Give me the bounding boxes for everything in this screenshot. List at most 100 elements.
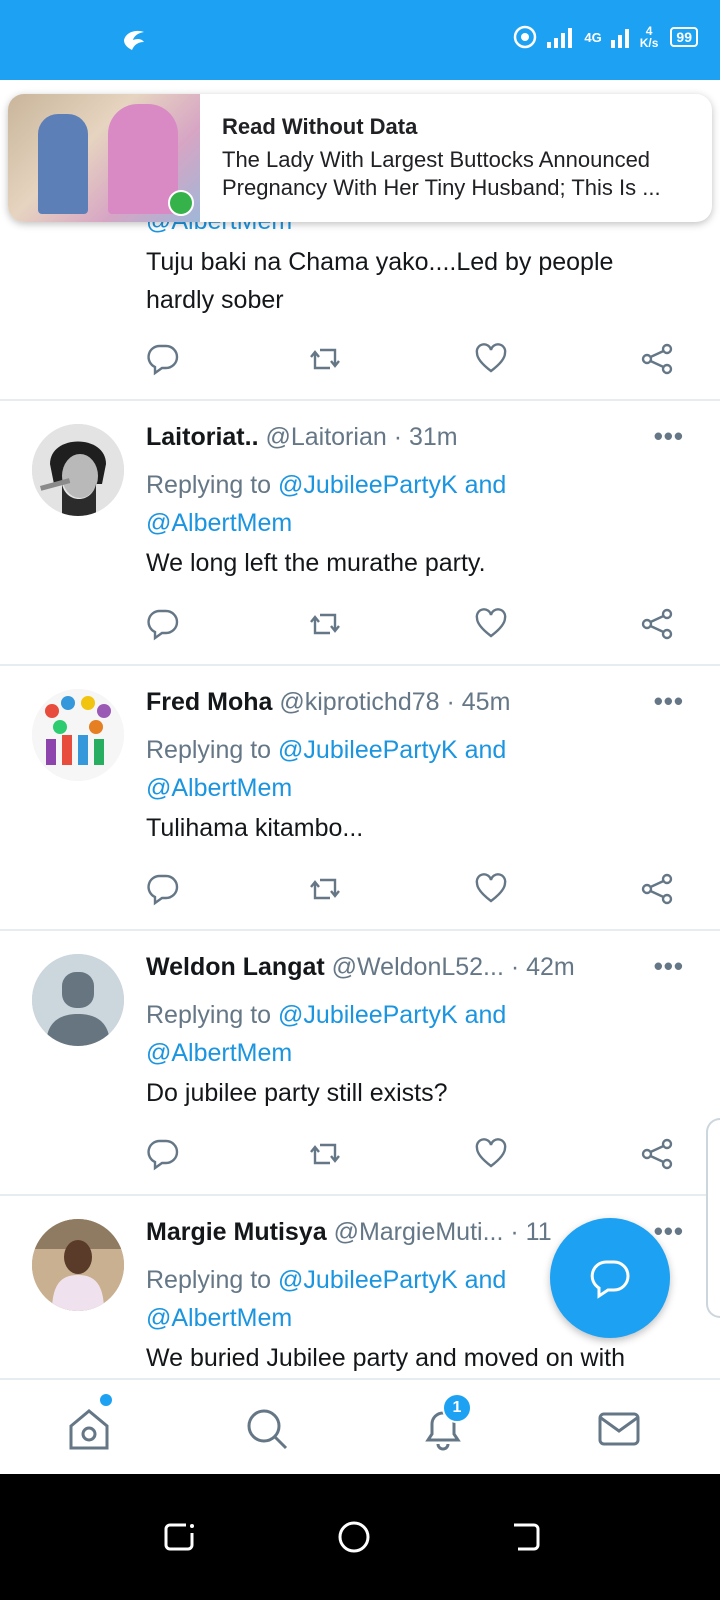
reply-icon[interactable]: [146, 342, 180, 376]
tweet-text: Tuju baki na Chama yako....Led by people…: [146, 248, 614, 314]
like-icon[interactable]: [474, 1137, 508, 1171]
tweet-actions: [146, 872, 686, 912]
battery-indicator: 99: [670, 27, 698, 47]
mention-link[interactable]: @JubileePartyK: [278, 471, 458, 499]
replying-to-label: Replying to: [146, 1266, 279, 1294]
mention-link[interactable]: @JubileePartyK: [278, 1001, 458, 1029]
retweet-icon[interactable]: [308, 872, 342, 906]
tweet-time: · 31m: [386, 423, 458, 451]
user-name[interactable]: Margie Mutisya: [146, 1218, 327, 1246]
home-unread-dot: [100, 1394, 112, 1406]
user-handle: @MargieMuti...: [333, 1218, 504, 1246]
thumbnail-figure-right: [108, 104, 178, 214]
share-icon[interactable]: [640, 607, 674, 641]
avatar-image: [32, 1219, 124, 1311]
tweet-text: We long left the murathe party.: [146, 549, 486, 577]
bottom-navigation: [0, 1378, 720, 1474]
notification-thumbnail: [8, 94, 200, 222]
and-label: and: [457, 1266, 507, 1294]
avatar[interactable]: [32, 424, 124, 516]
push-notification[interactable]: Read Without Data The Lady With Largest …: [8, 94, 712, 222]
avatar-image: [32, 689, 124, 781]
reply-context: Replying to @JubileePartyK and @AlbertMe…: [146, 996, 506, 1072]
more-options-button[interactable]: •••: [654, 951, 684, 982]
share-icon[interactable]: [640, 342, 674, 376]
system-navigation-bar: [0, 1474, 720, 1600]
tweet-item[interactable]: Laitoriat.. @Laitorian · 31m ••• Replyin…: [0, 401, 720, 666]
tweet-actions: [146, 342, 686, 382]
tweet-time: · 42m: [503, 953, 575, 981]
reply-icon[interactable]: [146, 872, 180, 906]
mention-link[interactable]: @AlbertMem: [146, 1304, 292, 1332]
back-icon[interactable]: [508, 1519, 544, 1555]
mention-link[interactable]: @AlbertMem: [146, 774, 292, 802]
like-icon[interactable]: [474, 607, 508, 641]
tweet-header: Margie Mutisya @MargieMuti... · 11: [146, 1218, 552, 1247]
replying-to-label: Replying to: [146, 736, 279, 764]
home-button-icon[interactable]: [336, 1519, 372, 1555]
tweet-actions: [146, 607, 686, 647]
home-icon[interactable]: [66, 1406, 112, 1452]
mention-link[interactable]: @JubileePartyK: [278, 1266, 458, 1294]
app-badge-icon: [168, 190, 194, 216]
tweet-header: Weldon Langat @WeldonL52... · 42m: [146, 953, 575, 982]
reply-context: Replying to @JubileePartyK and @AlbertMe…: [146, 466, 506, 542]
retweet-icon[interactable]: [308, 342, 342, 376]
and-label: and: [457, 736, 507, 764]
messages-icon[interactable]: [596, 1406, 642, 1452]
share-icon[interactable]: [640, 872, 674, 906]
user-handle: @kiprotichd78: [279, 688, 440, 716]
mention-link[interactable]: @JubileePartyK: [278, 736, 458, 764]
user-name[interactable]: Fred Moha: [146, 688, 272, 716]
user-handle: @Laitorian: [265, 423, 387, 451]
retweet-icon[interactable]: [308, 607, 342, 641]
tweet-feed[interactable]: @AlbertMem Tuju baki na Chama yako....Le…: [0, 80, 720, 1405]
more-options-button[interactable]: •••: [654, 421, 684, 452]
status-indicators: 4G 4 K/s 99: [512, 24, 698, 50]
tweet-text: Do jubilee party still exists?: [146, 1079, 448, 1107]
tweet-item[interactable]: Weldon Langat @WeldonL52... · 42m ••• Re…: [0, 931, 720, 1196]
tweet-time: · 45m: [439, 688, 511, 716]
tweet-text: Tulihama kitambo...: [146, 814, 364, 842]
notification-count-badge: 1: [442, 1393, 472, 1423]
tweet-header: Fred Moha @kiprotichd78 · 45m: [146, 688, 510, 717]
avatar[interactable]: [32, 954, 124, 1046]
notification-title: Read Without Data: [222, 114, 418, 139]
reply-context: Replying to @JubileePartyK and @AlbertMe…: [146, 731, 506, 807]
signal-icon-2: [610, 29, 629, 48]
default-avatar-icon: [32, 954, 124, 1046]
edge-panel-handle[interactable]: [706, 1118, 720, 1318]
tweet-item[interactable]: Fred Moha @kiprotichd78 · 45m ••• Replyi…: [0, 666, 720, 931]
search-icon[interactable]: [244, 1406, 290, 1452]
share-icon[interactable]: [640, 1137, 674, 1171]
avatar-image: [32, 424, 124, 516]
app-notification-icon: [124, 30, 144, 50]
user-handle: @WeldonL52...: [331, 953, 504, 981]
recent-apps-icon[interactable]: [162, 1519, 198, 1555]
reply-icon[interactable]: [146, 1137, 180, 1171]
notification-text: The Lady With Largest Buttocks Announced…: [222, 147, 661, 200]
like-icon[interactable]: [474, 342, 508, 376]
like-icon[interactable]: [474, 872, 508, 906]
replying-to-label: Replying to: [146, 1001, 279, 1029]
reply-icon[interactable]: [146, 607, 180, 641]
mention-link[interactable]: @AlbertMem: [146, 1039, 292, 1067]
tweet-text: We buried Jubilee party and moved on wit…: [146, 1344, 625, 1372]
more-options-button[interactable]: •••: [654, 686, 684, 717]
tweet-header: Laitoriat.. @Laitorian · 31m: [146, 423, 458, 452]
net-speed: 4 K/s: [640, 25, 659, 49]
thumbnail-figure-left: [38, 114, 88, 214]
compose-icon: [590, 1260, 630, 1299]
and-label: and: [457, 471, 507, 499]
retweet-icon[interactable]: [308, 1137, 342, 1171]
avatar[interactable]: [32, 689, 124, 781]
tweet-actions: [146, 1137, 686, 1177]
compose-tweet-button[interactable]: [550, 1218, 670, 1338]
user-name[interactable]: Laitoriat..: [146, 423, 259, 451]
signal-icon: [547, 28, 573, 48]
user-name[interactable]: Weldon Langat: [146, 953, 325, 981]
avatar[interactable]: [32, 1219, 124, 1311]
tweet-time: · 11: [503, 1218, 552, 1246]
mention-link[interactable]: @AlbertMem: [146, 509, 292, 537]
network-type: 4G: [584, 29, 602, 45]
